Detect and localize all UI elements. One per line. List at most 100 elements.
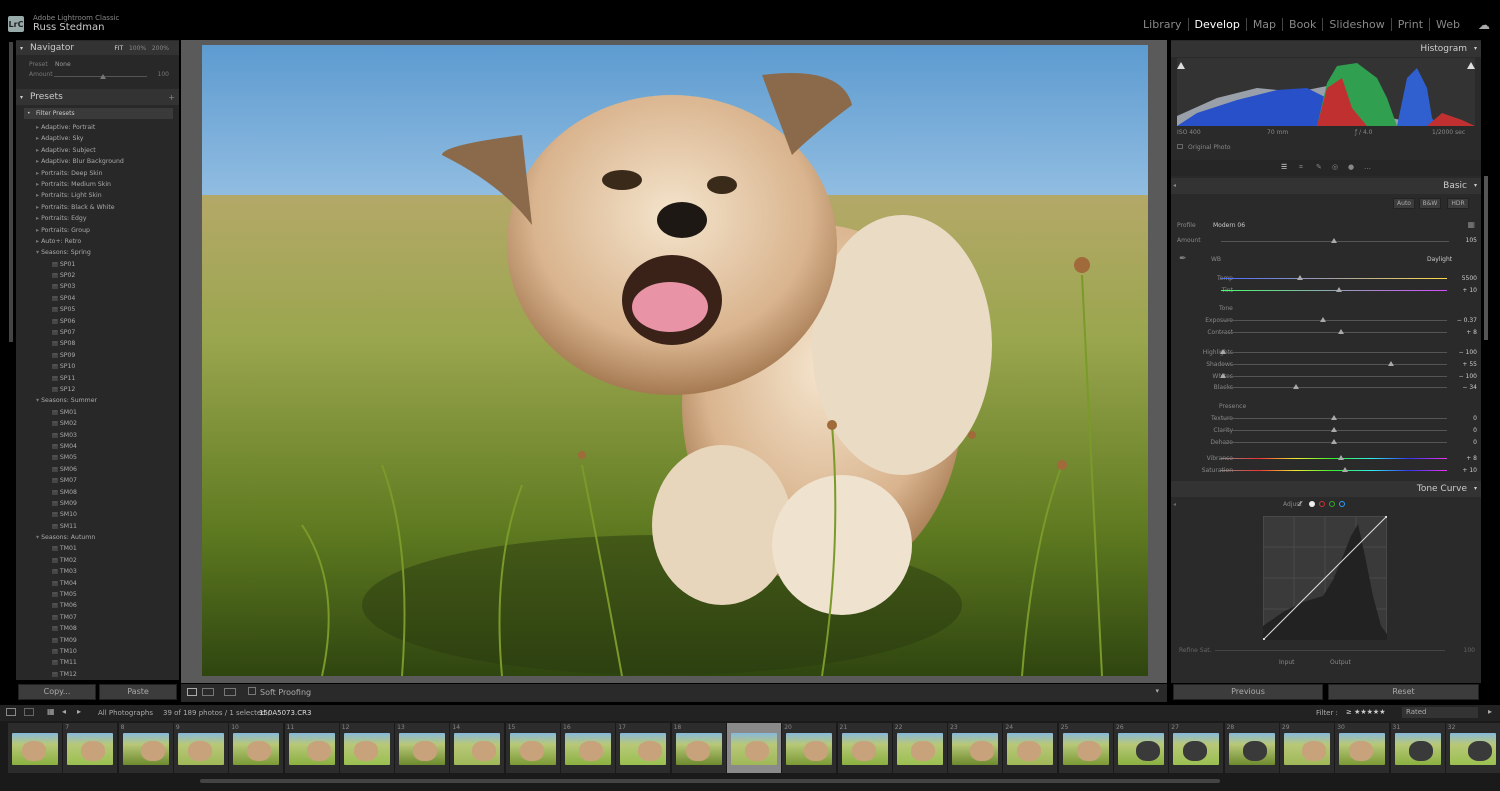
filmstrip-thumbnail[interactable]: 21 [837, 723, 892, 773]
reset-button[interactable]: Reset [1328, 684, 1479, 700]
filmstrip-thumbnail[interactable]: 22 [892, 723, 947, 773]
point-curve-white-icon[interactable] [1309, 501, 1315, 507]
zoom-200[interactable]: 200% [152, 45, 169, 52]
bw-button[interactable]: B&W [1419, 198, 1441, 209]
cloud-sync-icon[interactable]: ☁ [1478, 18, 1490, 32]
preset-item[interactable]: ▤ SP06 [36, 316, 179, 327]
slider-thumb[interactable] [1331, 427, 1337, 432]
preset-group[interactable]: ▸ Portraits: Light Skin [36, 190, 179, 201]
slider-track[interactable] [1221, 332, 1447, 333]
filmstrip-thumbnail[interactable]: 9 [173, 723, 228, 773]
slider-value[interactable]: + 10 [1447, 287, 1477, 294]
filmstrip-thumbnail[interactable] [8, 723, 62, 773]
filmstrip-thumbnail[interactable]: 30 [1335, 723, 1390, 773]
preset-group[interactable]: ▾ Seasons: Summer [36, 395, 179, 406]
paste-button[interactable]: Paste [99, 684, 177, 700]
preset-item[interactable]: ▤ SM01 [36, 407, 179, 418]
preset-item[interactable]: ▤ SP08 [36, 338, 179, 349]
tone-curve-header[interactable]: Tone Curve ▾ [1171, 481, 1481, 497]
module-map[interactable]: Map [1245, 18, 1282, 31]
preset-group[interactable]: ▸ Portraits: Black & White [36, 202, 179, 213]
preset-item[interactable]: ▤ TM09 [36, 635, 179, 646]
filmstrip-thumbnail[interactable]: 13 [395, 723, 450, 773]
filmstrip-thumbnail[interactable]: 11 [284, 723, 339, 773]
filmstrip-thumbnail[interactable]: 14 [450, 723, 505, 773]
second-window-icon[interactable] [24, 708, 34, 716]
forward-arrow-icon[interactable]: ▸ [77, 707, 81, 716]
filmstrip-filename[interactable]: 150A5073.CR3 [259, 709, 311, 717]
preset-group[interactable]: ▸ Adaptive: Blur Background [36, 156, 179, 167]
filmstrip-thumbnail[interactable]: 15 [505, 723, 560, 773]
basic-header[interactable]: ◂ Basic ▾ [1171, 178, 1481, 194]
slider-track[interactable] [1221, 376, 1447, 377]
slider-track[interactable] [1221, 320, 1447, 321]
preset-item[interactable]: ▤ SP04 [36, 293, 179, 304]
zoom-100[interactable]: 100% [129, 45, 146, 52]
edit-sliders-icon[interactable]: ☰ [1281, 163, 1287, 171]
slider-track[interactable] [1221, 290, 1447, 291]
eyedropper-icon[interactable]: ✒ [1179, 254, 1187, 264]
preset-item[interactable]: ▤ SP02 [36, 270, 179, 281]
star-rating-filter[interactable]: ≥ ★★★★★ [1346, 708, 1385, 716]
back-arrow-icon[interactable]: ◂ [62, 707, 66, 716]
filmstrip-thumbnail[interactable]: 16 [561, 723, 615, 773]
preset-item[interactable]: ▤ SM09 [36, 498, 179, 509]
tone-curve-switch-icon[interactable]: ◂ [1173, 501, 1176, 508]
slider-value[interactable]: + 55 [1447, 361, 1477, 368]
filmstrip-thumbnail[interactable]: 17 [616, 723, 671, 773]
preset-item[interactable]: ▤ TM06 [36, 600, 179, 611]
auto-button[interactable]: Auto [1393, 198, 1415, 209]
filmstrip-toggle-icon[interactable]: ▸ [1488, 707, 1492, 716]
slider-thumb[interactable] [1331, 439, 1337, 444]
more-tools-icon[interactable]: … [1364, 163, 1371, 171]
slider-value[interactable]: 0 [1447, 427, 1477, 434]
navigator-header[interactable]: ▾ Navigator FIT 100% 200% [16, 41, 179, 55]
slider-thumb[interactable] [1319, 317, 1326, 322]
copy-button[interactable]: Copy... [18, 684, 96, 700]
slider-value[interactable]: − 34 [1447, 384, 1477, 391]
module-library[interactable]: Library [1137, 18, 1187, 31]
previous-button[interactable]: Previous [1173, 684, 1323, 700]
slider-track[interactable] [1221, 387, 1447, 388]
slider-track[interactable] [1221, 470, 1447, 471]
hdr-button[interactable]: HDR [1447, 198, 1469, 209]
preset-item[interactable]: ▤ SP09 [36, 350, 179, 361]
slider-value[interactable]: 0 [1447, 415, 1477, 422]
filmstrip-thumbnail[interactable]: 8 [118, 723, 173, 773]
preset-group[interactable]: ▸ Portraits: Deep Skin [36, 168, 179, 179]
module-web[interactable]: Web [1429, 18, 1466, 31]
histogram-graph[interactable] [1177, 58, 1475, 126]
main-window-icon[interactable] [6, 708, 16, 716]
preset-item[interactable]: ▤ SP10 [36, 361, 179, 372]
refine-sat-slider[interactable] [1215, 650, 1445, 651]
user-name[interactable]: Russ Stedman [33, 22, 104, 33]
compare-view-icon[interactable] [224, 688, 236, 696]
preset-item[interactable]: ▤ SP07 [36, 327, 179, 338]
slider-value[interactable]: − 100 [1447, 373, 1477, 380]
preset-item[interactable]: ▤ SM07 [36, 475, 179, 486]
filmstrip-thumbnail[interactable]: 31 [1390, 723, 1445, 773]
module-slideshow[interactable]: Slideshow [1322, 18, 1390, 31]
profile-amount-thumb[interactable] [1331, 238, 1337, 243]
module-print[interactable]: Print [1390, 18, 1429, 31]
filmstrip-thumbnail[interactable]: 23 [948, 723, 1003, 773]
slider-thumb[interactable] [1297, 275, 1304, 280]
slider-value[interactable]: − 100 [1447, 349, 1477, 356]
left-panel-scrollbar[interactable] [9, 42, 13, 342]
module-develop[interactable]: Develop [1187, 18, 1246, 31]
preset-item[interactable]: ▤ SM10 [36, 509, 179, 520]
preset-item[interactable]: ▤ TM04 [36, 578, 179, 589]
slider-thumb[interactable] [1220, 373, 1227, 378]
preset-group[interactable]: ▸ Portraits: Medium Skin [36, 179, 179, 190]
histogram-header[interactable]: Histogram ▾ [1171, 41, 1481, 57]
profile-value[interactable]: Modern 06 [1213, 222, 1245, 229]
slider-thumb[interactable] [1292, 384, 1299, 389]
blue-channel-icon[interactable] [1339, 501, 1345, 507]
preset-item[interactable]: ▤ SM06 [36, 464, 179, 475]
red-eye-icon[interactable]: ◎ [1332, 163, 1338, 171]
filmstrip-thumbnail[interactable]: 28 [1224, 723, 1279, 773]
rated-select[interactable]: Rated [1402, 707, 1478, 718]
preset-item[interactable]: ▤ TM03 [36, 566, 179, 577]
red-channel-icon[interactable] [1319, 501, 1325, 507]
original-photo-checkbox[interactable] [1177, 144, 1183, 149]
